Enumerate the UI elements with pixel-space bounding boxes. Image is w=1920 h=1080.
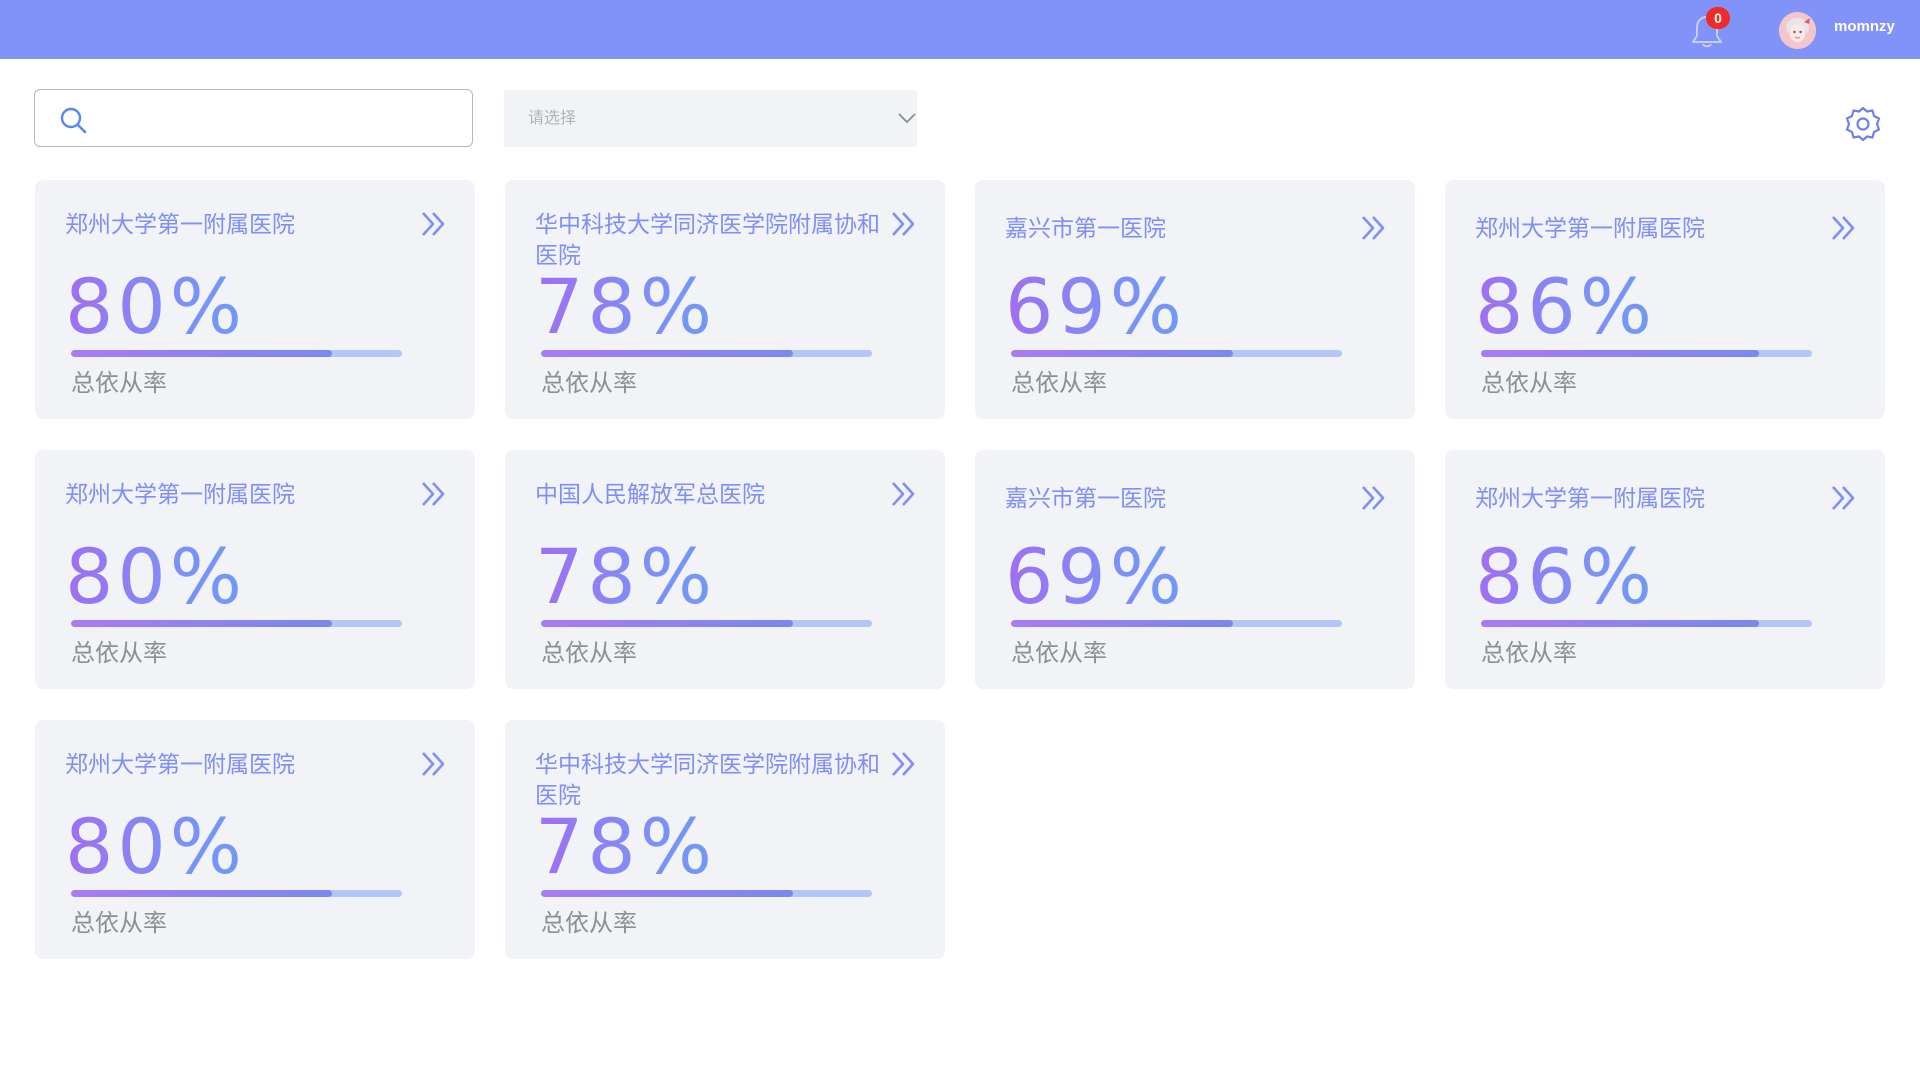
progress-bar-fill — [1011, 350, 1233, 357]
progress-bar-fill — [71, 890, 333, 897]
card-title: 郑州大学第一附属医院 — [65, 752, 295, 778]
card-title: 郑州大学第一附属医院 — [65, 212, 295, 238]
hospital-card[interactable]: 嘉兴市第一医院 69% 总依从率 — [975, 180, 1415, 419]
hospital-card[interactable]: 郑州大学第一附属医院 80% 总依从率 — [35, 180, 475, 419]
progress-bar-fill — [541, 620, 793, 627]
username[interactable]: momnzy — [1834, 17, 1895, 37]
card-percent: 78% — [535, 532, 716, 621]
double-chevron-right-icon[interactable] — [1359, 214, 1387, 242]
gear-icon[interactable] — [1844, 105, 1882, 143]
progress-bar — [71, 620, 402, 627]
card-title: 嘉兴市第一医院 — [1005, 216, 1166, 242]
card-percent: 78% — [535, 802, 716, 891]
double-chevron-right-icon[interactable] — [1359, 484, 1387, 512]
progress-bar-fill — [541, 350, 793, 357]
card-title: 嘉兴市第一医院 — [1005, 486, 1166, 512]
card-percent: 69% — [1005, 262, 1186, 351]
progress-bar — [541, 350, 872, 357]
card-percent: 80% — [65, 802, 246, 891]
hospital-card[interactable]: 郑州大学第一附属医院 80% 总依从率 — [35, 720, 475, 959]
card-percent: 80% — [65, 262, 246, 351]
double-chevron-right-icon[interactable] — [419, 750, 447, 778]
card-percent: 86% — [1475, 532, 1656, 621]
progress-bar-fill — [71, 350, 333, 357]
hospital-card[interactable]: 中国人民解放军总医院 78% 总依从率 — [505, 450, 945, 689]
card-label: 总依从率 — [1011, 369, 1107, 397]
card-label: 总依从率 — [541, 639, 637, 667]
hospital-card[interactable]: 华中科技大学同济医学院附属协和医院 78% 总依从率 — [505, 180, 945, 419]
progress-bar — [1481, 620, 1812, 627]
hospital-card[interactable]: 嘉兴市第一医院 69% 总依从率 — [975, 450, 1415, 689]
progress-bar — [1481, 350, 1812, 357]
progress-bar — [541, 620, 872, 627]
card-title: 郑州大学第一附属医院 — [1475, 216, 1705, 242]
top-bar: 0 momnzy — [0, 0, 1920, 59]
card-percent: 78% — [535, 262, 716, 351]
progress-bar — [71, 890, 402, 897]
card-label: 总依从率 — [1011, 639, 1107, 667]
progress-bar-fill — [1011, 620, 1233, 627]
card-title: 郑州大学第一附属医院 — [65, 482, 295, 508]
chevron-down-icon — [898, 113, 916, 124]
search-box[interactable] — [34, 89, 473, 147]
double-chevron-right-icon[interactable] — [1829, 214, 1857, 242]
double-chevron-right-icon[interactable] — [889, 480, 917, 508]
card-label: 总依从率 — [71, 369, 167, 397]
card-label: 总依从率 — [71, 909, 167, 937]
card-title: 郑州大学第一附属医院 — [1475, 486, 1705, 512]
card-label: 总依从率 — [1481, 369, 1577, 397]
progress-bar-fill — [1481, 350, 1760, 357]
progress-bar-fill — [541, 890, 793, 897]
hospital-card[interactable]: 郑州大学第一附属医院 80% 总依从率 — [35, 450, 475, 689]
hospital-card[interactable]: 郑州大学第一附属医院 86% 总依从率 — [1445, 180, 1885, 419]
progress-bar-fill — [1481, 620, 1760, 627]
search-input[interactable] — [105, 100, 459, 138]
double-chevron-right-icon[interactable] — [1829, 484, 1857, 512]
progress-bar-fill — [71, 620, 333, 627]
card-label: 总依从率 — [541, 909, 637, 937]
card-percent: 86% — [1475, 262, 1656, 351]
progress-bar — [1011, 350, 1342, 357]
filter-select-value: 请选择 — [528, 108, 577, 127]
card-percent: 69% — [1005, 532, 1186, 621]
progress-bar — [1011, 620, 1342, 627]
filter-select[interactable]: 请选择 — [504, 90, 917, 147]
notification-count-badge: 0 — [1706, 7, 1730, 29]
card-percent: 80% — [65, 532, 246, 621]
hospital-card[interactable]: 郑州大学第一附属医院 86% 总依从率 — [1445, 450, 1885, 689]
double-chevron-right-icon[interactable] — [419, 480, 447, 508]
progress-bar — [71, 350, 402, 357]
avatar[interactable] — [1779, 12, 1816, 49]
card-label: 总依从率 — [71, 639, 167, 667]
double-chevron-right-icon[interactable] — [889, 210, 917, 238]
double-chevron-right-icon[interactable] — [419, 210, 447, 238]
double-chevron-right-icon[interactable] — [889, 750, 917, 778]
progress-bar — [541, 890, 872, 897]
card-label: 总依从率 — [541, 369, 637, 397]
card-title: 中国人民解放军总医院 — [535, 482, 765, 508]
hospital-card[interactable]: 华中科技大学同济医学院附属协和医院 78% 总依从率 — [505, 720, 945, 959]
search-icon — [60, 107, 87, 134]
card-label: 总依从率 — [1481, 639, 1577, 667]
